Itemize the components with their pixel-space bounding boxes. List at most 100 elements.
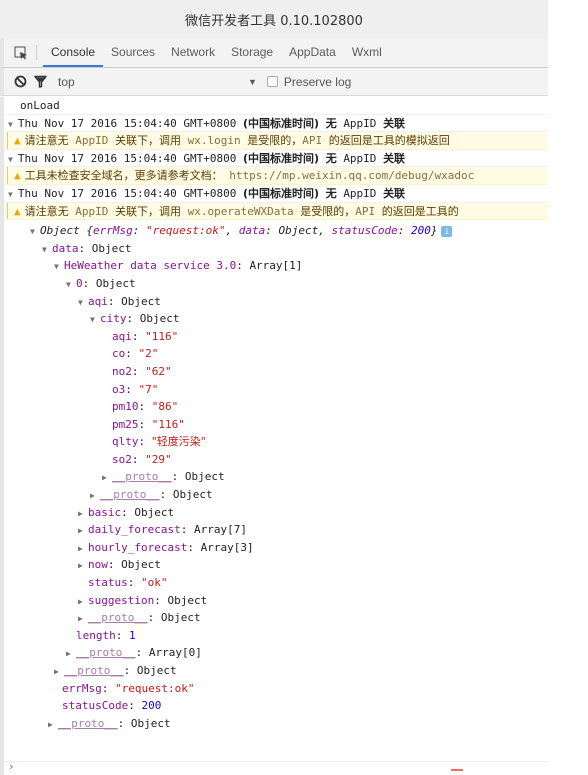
console-group-header[interactable]: ▼ Thu Nov 17 2016 15:04:40 GMT+0800 (中国标准… bbox=[4, 150, 548, 168]
tab-sources[interactable]: Sources bbox=[103, 38, 163, 67]
expand-triangle-icon[interactable]: ▶ bbox=[48, 716, 58, 734]
tree-type: Array[7] bbox=[193, 523, 247, 537]
group-none-label: 无 bbox=[325, 186, 337, 200]
group-timezone: (中国标准时间) bbox=[243, 151, 320, 165]
warning-text: 工具未检查安全域名，更多请参考文档： bbox=[24, 169, 223, 183]
warning-api-name: wx.login bbox=[187, 134, 241, 148]
preserve-log-checkbox[interactable] bbox=[266, 76, 278, 87]
group-date: Thu Nov 17 2016 15:04:40 GMT+0800 bbox=[17, 186, 237, 200]
tree-type: Object bbox=[95, 276, 136, 290]
expand-triangle-icon[interactable]: ▶ bbox=[78, 610, 88, 628]
expand-triangle-icon[interactable]: ▼ bbox=[66, 276, 76, 294]
tree-node-aqi[interactable]: ▼ aqi: Object bbox=[4, 293, 548, 311]
tree-type: Object bbox=[172, 488, 213, 502]
tab-network[interactable]: Network bbox=[163, 38, 223, 67]
tree-node-basic[interactable]: ▶ basic: Object bbox=[4, 504, 548, 522]
object-summary-row[interactable]: ▼ Object {errMsg: "request:ok", data: Obj… bbox=[4, 222, 548, 240]
console-toolbar: top ▼ Preserve log bbox=[0, 68, 548, 96]
expand-triangle-icon[interactable]: ▶ bbox=[78, 522, 88, 540]
group-timezone: (中国标准时间) bbox=[243, 116, 320, 130]
tree-value: "轻度污染" bbox=[151, 435, 206, 449]
expand-triangle-icon[interactable]: ▶ bbox=[90, 487, 100, 505]
tree-value: "116" bbox=[145, 329, 179, 343]
warning-text: 的返回是工具的 bbox=[381, 204, 459, 218]
warning-doc-link[interactable]: https://mp.weixin.qq.com/debug/wxadoc bbox=[229, 169, 474, 182]
tree-prop-no2: no2: "62" bbox=[112, 364, 172, 378]
tree-prop-statuscode: statusCode: 200 bbox=[62, 699, 162, 713]
window-title: 微信开发者工具 0.10.102800 bbox=[185, 13, 363, 29]
tree-node-data[interactable]: ▼ data: Object bbox=[4, 240, 548, 258]
console-prompt[interactable]: › bbox=[4, 760, 548, 775]
tree-value: "7" bbox=[138, 382, 159, 396]
tree-node-hourly-forecast[interactable]: ▶ hourly_forecast: Array[3] bbox=[4, 539, 548, 557]
tab-appdata[interactable]: AppData bbox=[281, 38, 344, 67]
group-none-label: 无 bbox=[325, 151, 337, 165]
console-group-header[interactable]: ▼ Thu Nov 17 2016 15:04:40 GMT+0800 (中国标准… bbox=[4, 185, 548, 203]
warning-text: 的返回是工具的模拟返回 bbox=[328, 134, 450, 148]
tab-console[interactable]: Console bbox=[43, 38, 104, 67]
expand-triangle-icon[interactable]: ▶ bbox=[78, 505, 88, 523]
collapse-triangle-icon[interactable]: ▼ bbox=[8, 120, 13, 129]
tree-type: Array[1] bbox=[249, 259, 303, 273]
filter-button[interactable] bbox=[30, 75, 50, 88]
warning-text: API bbox=[355, 204, 376, 218]
expand-triangle-icon[interactable]: ▼ bbox=[30, 223, 40, 241]
warning-text: AppID bbox=[75, 134, 109, 148]
clear-console-button[interactable] bbox=[10, 75, 30, 88]
expand-triangle-icon[interactable]: ▶ bbox=[54, 663, 64, 681]
tree-node-index-0[interactable]: ▼ 0: Object bbox=[4, 275, 548, 293]
tab-storage[interactable]: Storage bbox=[223, 38, 281, 67]
inspect-element-button[interactable] bbox=[8, 38, 34, 67]
expand-triangle-icon[interactable]: ▼ bbox=[54, 258, 64, 276]
context-dropdown-arrow-icon[interactable]: ▼ bbox=[248, 77, 257, 87]
preserve-log-label[interactable]: Preserve log bbox=[284, 75, 351, 89]
group-appid: AppID bbox=[343, 116, 377, 130]
tree-node-array-proto[interactable]: ▶ __proto__: Array[0] bbox=[4, 644, 548, 662]
caret-marker bbox=[451, 769, 463, 771]
warning-text: 是受限的， bbox=[247, 134, 303, 148]
group-appid: AppID bbox=[343, 186, 377, 200]
tree-value: "86" bbox=[151, 400, 179, 414]
devtools-window: 微信开发者工具 0.10.102800 Console Sources Netw… bbox=[0, 0, 548, 775]
tree-node-city[interactable]: ▼ city: Object bbox=[4, 310, 548, 328]
expand-triangle-icon[interactable]: ▶ bbox=[78, 557, 88, 575]
info-badge-icon[interactable]: i bbox=[441, 225, 453, 237]
tree-key: statusCode bbox=[62, 699, 129, 713]
tree-prop-length: length: 1 bbox=[76, 628, 136, 642]
collapse-triangle-icon[interactable]: ▼ bbox=[8, 155, 13, 164]
console-warning: ▲ 请注意无 AppID 关联下，调用 wx.login 是受限的，API 的返回… bbox=[4, 132, 548, 150]
expand-triangle-icon[interactable]: ▼ bbox=[90, 311, 100, 329]
tree-node-proto[interactable]: ▶ __proto__: Object bbox=[4, 662, 548, 680]
tree-key: aqi bbox=[88, 294, 108, 308]
tree-type: Object bbox=[121, 294, 161, 308]
expand-triangle-icon[interactable]: ▶ bbox=[78, 540, 88, 558]
group-date: Thu Nov 17 2016 15:04:40 GMT+0800 bbox=[17, 116, 237, 130]
tree-node-proto[interactable]: ▶ __proto__: Object bbox=[4, 468, 548, 486]
tree-node-proto[interactable]: ▶ __proto__: Object bbox=[4, 609, 548, 627]
tree-node-proto[interactable]: ▶ __proto__: Object bbox=[4, 486, 548, 504]
tree-prop-pm25: pm25: "116" bbox=[112, 417, 185, 431]
tree-key: __proto__ bbox=[88, 611, 148, 625]
execution-context-select[interactable]: top bbox=[58, 75, 248, 89]
tab-wxml[interactable]: Wxml bbox=[344, 38, 390, 67]
expand-triangle-icon[interactable]: ▶ bbox=[66, 645, 76, 663]
warning-api-name: wx.operateWXData bbox=[187, 204, 294, 218]
tree-node-suggestion[interactable]: ▶ suggestion: Object bbox=[4, 592, 548, 610]
collapse-triangle-icon[interactable]: ▼ bbox=[8, 190, 13, 199]
tree-key: __proto__ bbox=[64, 664, 124, 677]
tree-node-heweather[interactable]: ▼ HeWeather data service 3.0: Array[1] bbox=[4, 257, 548, 275]
expand-triangle-icon[interactable]: ▶ bbox=[102, 469, 112, 487]
tree-node-now[interactable]: ▶ now: Object bbox=[4, 556, 548, 574]
tree-node-proto[interactable]: ▶ __proto__: Object bbox=[4, 715, 548, 733]
tree-node-daily-forecast[interactable]: ▶ daily_forecast: Array[7] bbox=[4, 521, 548, 539]
tree-type: Array[3] bbox=[200, 540, 254, 554]
tree-type: Object bbox=[139, 312, 180, 326]
expand-triangle-icon[interactable]: ▼ bbox=[42, 241, 52, 259]
title-bar: 微信开发者工具 0.10.102800 bbox=[0, 0, 548, 38]
tree-prop-errmsg: errMsg: "request:ok" bbox=[62, 681, 195, 695]
expand-triangle-icon[interactable]: ▶ bbox=[78, 593, 88, 611]
console-group-header[interactable]: ▼ Thu Nov 17 2016 15:04:40 GMT+0800 (中国标准… bbox=[4, 115, 548, 133]
tree-key: suggestion bbox=[88, 593, 155, 607]
expand-triangle-icon[interactable]: ▼ bbox=[78, 294, 88, 312]
object-suffix: } bbox=[430, 224, 438, 238]
